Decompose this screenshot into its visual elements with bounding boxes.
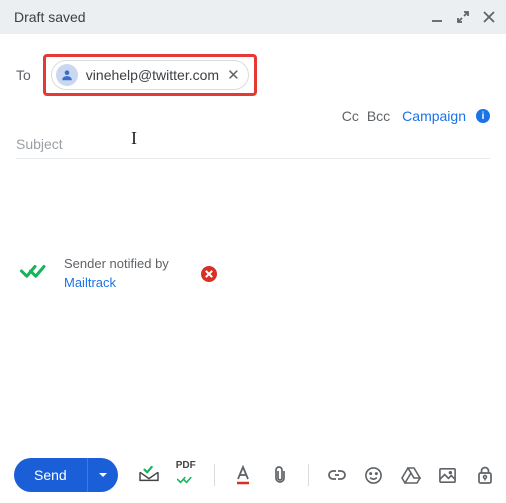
toolbar-separator bbox=[214, 464, 215, 486]
expand-icon[interactable] bbox=[456, 10, 470, 24]
mailtrack-notification: Sender notified by Mailtrack bbox=[20, 255, 490, 293]
annotation-highlight: vinehelp@twitter.com ✕ bbox=[43, 54, 257, 96]
more-options-icon[interactable] bbox=[502, 464, 506, 486]
send-group: Send bbox=[14, 458, 118, 492]
toolbar-separator bbox=[308, 464, 309, 486]
emoji-icon[interactable] bbox=[363, 464, 385, 486]
recipient-email: vinehelp@twitter.com bbox=[86, 67, 219, 83]
minimize-icon[interactable] bbox=[430, 10, 444, 24]
message-body[interactable]: Sender notified by Mailtrack bbox=[0, 159, 506, 439]
recipients-row: To vinehelp@twitter.com ✕ bbox=[0, 34, 506, 102]
text-cursor-icon: I bbox=[131, 128, 137, 149]
insert-link-icon[interactable] bbox=[326, 464, 348, 486]
drive-icon[interactable] bbox=[400, 464, 422, 486]
send-options-button[interactable] bbox=[87, 458, 118, 492]
attach-file-icon[interactable] bbox=[269, 464, 291, 486]
toolbar-icons-left: PDF bbox=[138, 464, 496, 486]
insert-image-icon[interactable] bbox=[437, 464, 459, 486]
mailtrack-link[interactable]: Mailtrack bbox=[64, 275, 116, 290]
send-button[interactable]: Send bbox=[14, 458, 87, 492]
header-title: Draft saved bbox=[14, 9, 86, 25]
remove-recipient-icon[interactable]: ✕ bbox=[227, 68, 240, 83]
recipient-chip[interactable]: vinehelp@twitter.com ✕ bbox=[51, 60, 249, 90]
confidential-mode-icon[interactable] bbox=[474, 464, 496, 486]
to-label: To bbox=[16, 67, 31, 83]
dismiss-notification-icon[interactable] bbox=[201, 266, 217, 282]
close-icon[interactable] bbox=[482, 10, 496, 24]
cc-button[interactable]: Cc bbox=[342, 108, 359, 124]
subject-input[interactable] bbox=[16, 136, 490, 152]
pdf-tracking-icon[interactable]: PDF bbox=[175, 464, 197, 486]
notification-text: Sender notified by Mailtrack bbox=[64, 255, 169, 293]
text-format-icon[interactable] bbox=[232, 464, 254, 486]
compose-toolbar: Send PDF bbox=[0, 447, 506, 503]
campaign-link[interactable]: Campaign bbox=[402, 108, 466, 124]
mailtrack-compose-icon[interactable] bbox=[138, 464, 160, 486]
subject-row bbox=[0, 132, 506, 158]
bcc-button[interactable]: Bcc bbox=[367, 108, 390, 124]
compose-header: Draft saved bbox=[0, 0, 506, 34]
info-icon[interactable]: i bbox=[476, 109, 490, 123]
toolbar-icons-right bbox=[502, 464, 506, 486]
double-check-icon bbox=[20, 262, 50, 285]
person-icon bbox=[56, 64, 78, 86]
window-controls bbox=[430, 10, 496, 24]
recipient-options: Cc Bcc Campaign i bbox=[0, 102, 506, 132]
